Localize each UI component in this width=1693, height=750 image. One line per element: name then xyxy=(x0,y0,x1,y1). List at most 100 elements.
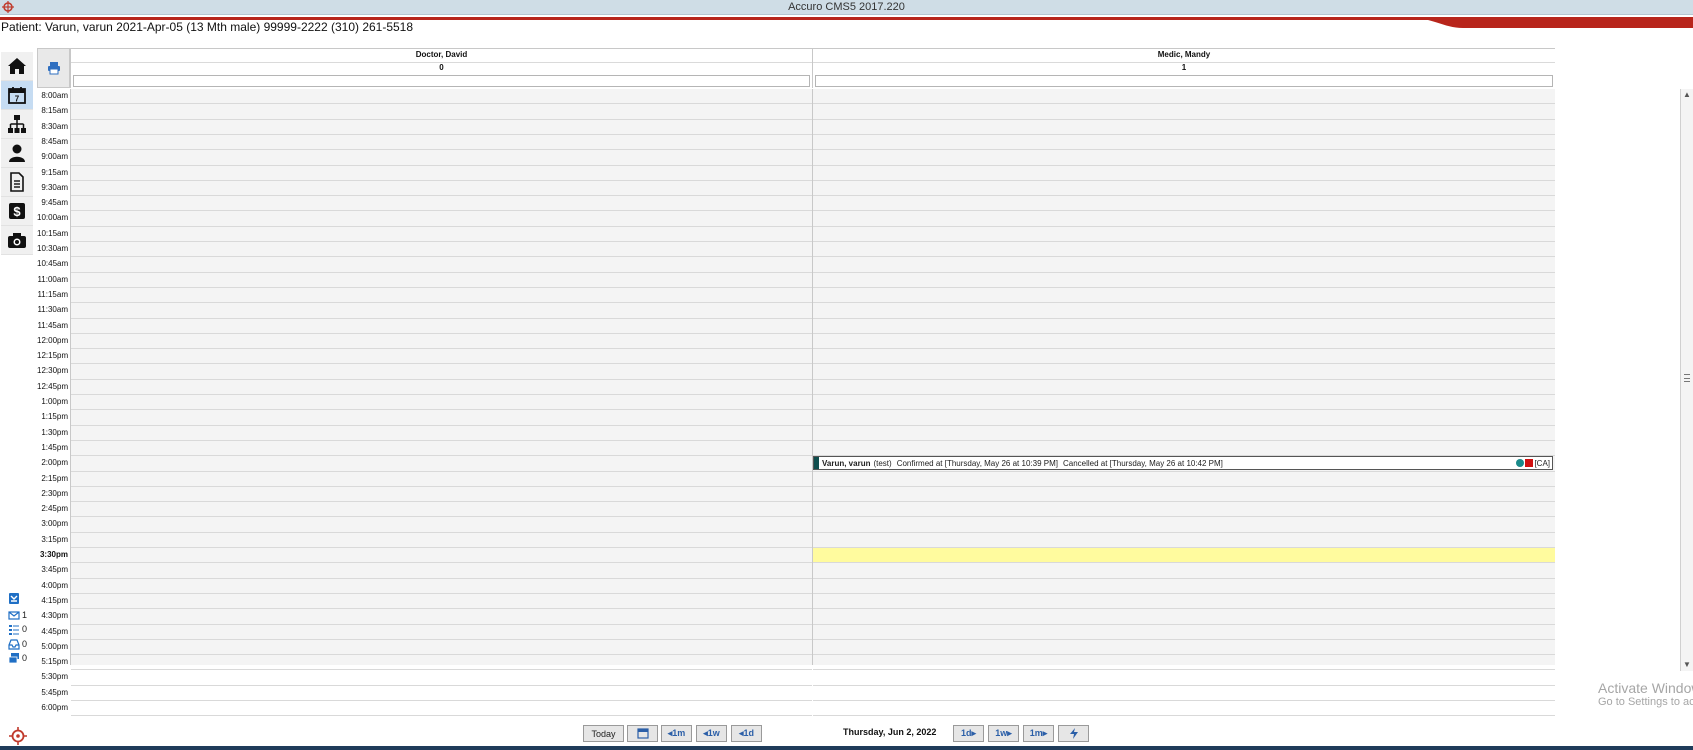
time-label: 2:45pm xyxy=(41,504,68,514)
watermark-line2: Go to Settings to activate Windows. xyxy=(1598,696,1693,708)
time-label: 10:15am xyxy=(37,228,69,238)
scroll-up-icon[interactable]: ▲ xyxy=(1681,89,1693,101)
list-indicator[interactable]: 0 xyxy=(8,623,32,635)
time-label: 1:15pm xyxy=(41,412,68,422)
time-label: 1:30pm xyxy=(41,427,68,437)
inbox-indicator[interactable]: 0 xyxy=(8,638,32,650)
time-slot-divider xyxy=(71,485,812,487)
forward-month-button[interactable]: 1m▸ xyxy=(1023,725,1054,742)
time-slot-divider xyxy=(813,302,1555,304)
appointment-block[interactable]: Varun, varun (test) Confirmed at [Thursd… xyxy=(813,456,1553,471)
document-icon xyxy=(10,172,24,192)
provider-column-header[interactable]: Medic, Mandy 1 xyxy=(812,48,1555,88)
time-slot-divider xyxy=(813,409,1555,411)
time-label: 10:30am xyxy=(37,244,69,253)
calendar-icon: 7 xyxy=(8,87,26,104)
time-slot-divider xyxy=(71,623,812,625)
vertical-scrollbar[interactable]: ▲ ▼ xyxy=(1680,89,1693,671)
time-label: 9:30am xyxy=(41,182,68,192)
time-slot-divider xyxy=(71,516,812,518)
time-slot-divider xyxy=(71,669,812,671)
time-slot-divider xyxy=(813,210,1555,212)
time-label: 1:45pm xyxy=(41,442,68,452)
forward-day-button[interactable]: 1d▸ xyxy=(953,725,984,742)
nav-camera-button[interactable] xyxy=(1,226,33,255)
nav-patient-button[interactable] xyxy=(1,139,33,168)
back-day-button[interactable]: ◂1d xyxy=(731,725,762,742)
nav-hierarchy-button[interactable] xyxy=(1,110,33,139)
column-filter-input[interactable] xyxy=(73,75,810,87)
accuro-home-logo-icon[interactable] xyxy=(9,727,27,745)
nav-billing-button[interactable]: $ xyxy=(1,197,33,226)
time-slot-divider xyxy=(813,669,1555,671)
time-slot-divider xyxy=(71,715,812,717)
time-slot-divider xyxy=(813,378,1555,380)
time-slot-divider xyxy=(813,424,1555,426)
time-slot-divider xyxy=(71,470,812,472)
time-slot-divider xyxy=(71,348,812,350)
appointment-confirmed: Confirmed at [Thursday, May 26 at 10:39 … xyxy=(896,458,1058,468)
time-label: 1:00pm xyxy=(41,397,68,406)
time-label: 11:00am xyxy=(37,274,68,284)
time-slot-divider xyxy=(813,164,1555,166)
time-slot-divider xyxy=(813,439,1555,441)
print-button[interactable] xyxy=(37,48,70,88)
calendar-picker-button[interactable] xyxy=(627,725,658,742)
time-slot-divider xyxy=(71,286,812,288)
nav-scheduler-button[interactable]: 7 xyxy=(1,81,33,110)
time-slot-divider xyxy=(813,348,1555,350)
nav-documents-button[interactable] xyxy=(1,168,33,197)
time-slot-divider xyxy=(813,562,1555,564)
day-column-medic-mandy[interactable]: Varun, varun (test) Confirmed at [Thursd… xyxy=(812,89,1555,717)
time-label: 12:30pm xyxy=(37,366,69,376)
time-slot-divider xyxy=(71,608,812,610)
queue-indicator[interactable]: 0 xyxy=(8,652,32,664)
inbox-icon xyxy=(8,638,20,650)
time-slot-divider xyxy=(813,332,1555,334)
dollar-icon: $ xyxy=(9,203,25,219)
tasks-indicator[interactable] xyxy=(8,592,32,604)
inbox-count: 0 xyxy=(22,639,28,649)
today-button[interactable]: Today xyxy=(583,725,624,742)
time-slot-divider xyxy=(71,424,812,426)
time-label: 8:30am xyxy=(41,121,68,131)
task-icon xyxy=(9,592,19,604)
back-week-button[interactable]: ◂1w xyxy=(696,725,727,742)
time-label: 11:30am xyxy=(37,305,68,315)
day-column-doctor-david[interactable] xyxy=(70,89,812,717)
time-slot-divider xyxy=(813,654,1555,656)
time-label: 9:45am xyxy=(41,198,68,208)
time-slot-divider xyxy=(71,577,812,579)
refresh-button[interactable] xyxy=(1058,725,1089,742)
patient-info[interactable]: Patient: Varun, varun 2021-Apr-05 (13 Mt… xyxy=(1,20,413,34)
svg-text:$: $ xyxy=(13,204,21,219)
time-label: 12:45pm xyxy=(37,381,69,391)
time-slot-divider xyxy=(71,118,812,120)
messages-indicator[interactable]: 1 xyxy=(8,609,32,621)
time-slot-divider xyxy=(813,149,1555,151)
nav-home-button[interactable] xyxy=(1,52,33,81)
queue-count: 0 xyxy=(22,653,28,663)
scroll-grip-icon[interactable] xyxy=(1684,374,1690,382)
appointment-cancelled: Cancelled at [Thursday, May 26 at 10:42 … xyxy=(1062,458,1223,468)
time-label: 2:30pm xyxy=(41,488,68,498)
time-slot-divider xyxy=(71,225,812,227)
time-slot-divider xyxy=(71,547,812,548)
time-slot-divider xyxy=(813,501,1555,503)
time-slot-divider xyxy=(71,332,812,334)
provider-column-header[interactable]: Doctor, David 0 xyxy=(70,48,812,88)
time-slot-divider xyxy=(71,684,812,686)
forward-week-button[interactable]: 1w▸ xyxy=(988,725,1019,742)
time-label: 4:15pm xyxy=(41,595,68,605)
time-slot-divider xyxy=(71,195,812,197)
time-slot-divider xyxy=(71,531,812,533)
time-slot-divider xyxy=(813,684,1555,686)
time-slot-divider xyxy=(813,256,1555,258)
time-slot-divider xyxy=(71,439,812,441)
scroll-down-icon[interactable]: ▼ xyxy=(1681,659,1693,671)
time-label: 2:00pm xyxy=(41,458,68,468)
time-slot-divider xyxy=(71,394,812,395)
time-slot-divider xyxy=(71,409,812,411)
column-filter-input[interactable] xyxy=(815,75,1553,87)
back-month-button[interactable]: ◂1m xyxy=(661,725,692,742)
